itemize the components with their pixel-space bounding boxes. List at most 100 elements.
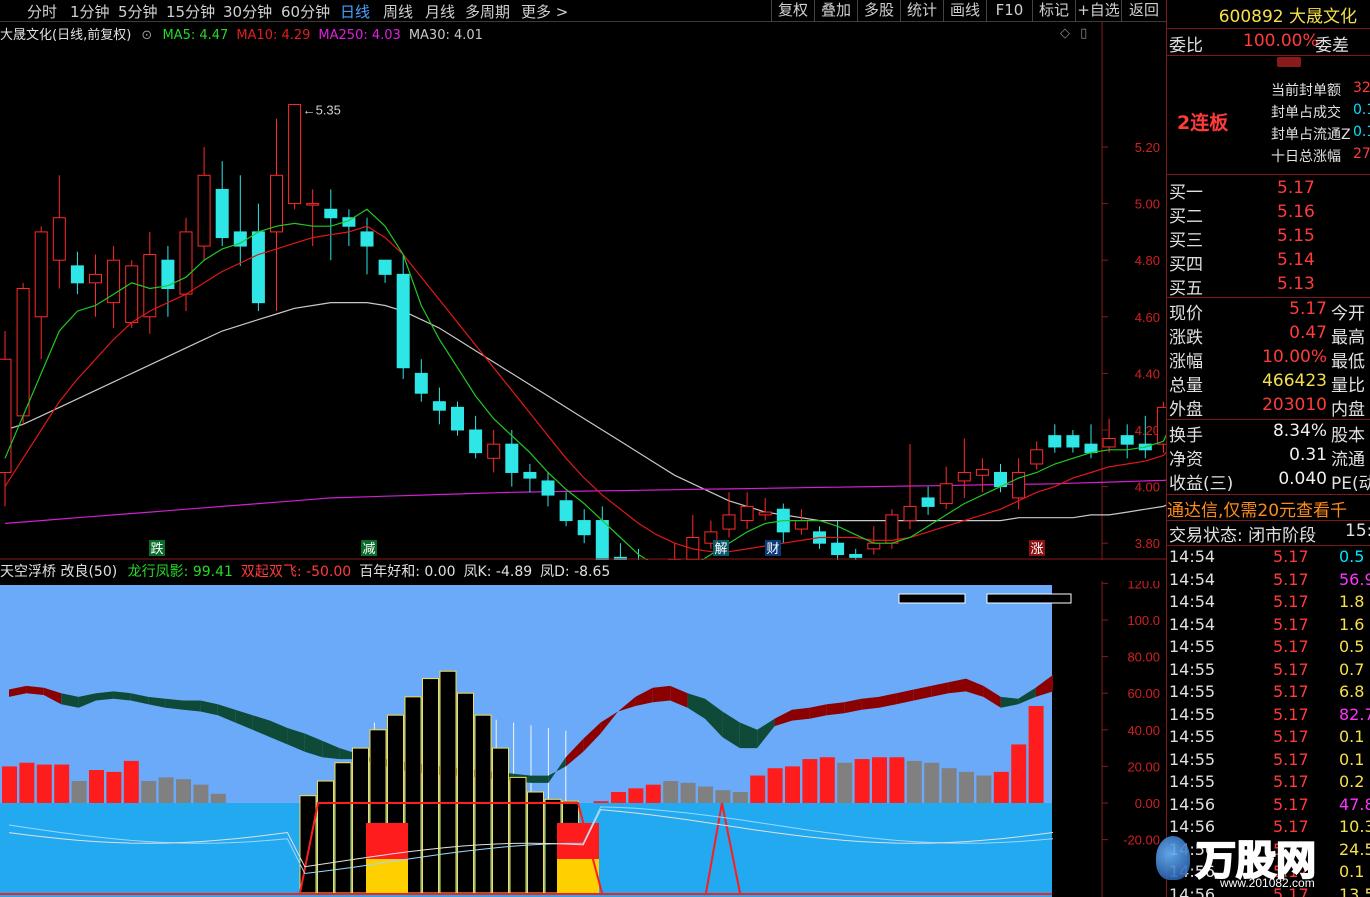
indicator-bar	[976, 775, 992, 803]
period-tab[interactable]: 30分钟	[223, 1, 272, 22]
candle	[125, 260, 139, 329]
indicator-lower-bar	[422, 678, 439, 894]
stat-row: 收益(三) 0.040PE(动)	[1167, 469, 1370, 494]
period-tab[interactable]: 分时	[27, 1, 57, 22]
indicator-bar	[906, 760, 922, 803]
candle-body	[794, 520, 808, 530]
candle-body	[179, 231, 193, 295]
toolbar-button[interactable]: 标记	[1032, 0, 1075, 22]
tick-time: 14:55	[1169, 659, 1216, 679]
candle-body	[251, 231, 265, 304]
tick-row: 14:56 5.17 24.5	[1167, 840, 1370, 862]
settings-icon[interactable]: ⊙	[141, 28, 152, 43]
bid-row: 买四 5.14	[1167, 250, 1370, 275]
indicator-chart[interactable]: 120.0 100.0 80.00 60.00 40.00 20.00 0.00 -20.00	[0, 581, 1166, 897]
seal-value: 0.1	[1353, 102, 1370, 118]
event-marker: 跌	[149, 540, 165, 557]
candle-body	[939, 483, 953, 505]
indicator-lower-bar	[509, 776, 527, 894]
toolbar-button[interactable]: F10	[986, 0, 1032, 22]
indicator-bar	[767, 768, 783, 803]
indicator-bar	[123, 760, 139, 803]
candle-body	[324, 208, 338, 219]
period-tab[interactable]: 15分钟	[166, 1, 215, 22]
y-tick-label: 60.00	[1127, 686, 1160, 701]
period-tab[interactable]: 60分钟	[281, 1, 330, 22]
period-tab[interactable]: 5分钟	[118, 1, 158, 22]
tick-volume: 0.1	[1339, 862, 1365, 881]
period-tab[interactable]: 月线	[425, 1, 455, 22]
candle-body	[559, 500, 573, 522]
divider	[1167, 419, 1370, 420]
indicator-bar	[193, 784, 209, 803]
tick-volume: 56.9	[1339, 569, 1370, 589]
period-tab[interactable]: 周线	[383, 1, 413, 22]
tick-row: 14:55 5.17 0.2	[1167, 772, 1370, 794]
tick-volume: 82.7	[1339, 704, 1370, 724]
ad-banner[interactable]: 通达信,仅需20元查看千	[1167, 496, 1370, 521]
seal-row: 封单占成交 0.1	[1167, 102, 1370, 124]
seal-value: 0.1	[1353, 124, 1370, 140]
period-tab[interactable]: 日线	[340, 1, 370, 22]
candle-body	[740, 505, 754, 522]
seal-label: 封单占成交	[1271, 105, 1341, 121]
toolbar-button[interactable]: 画线	[943, 0, 986, 22]
candle-body	[1120, 435, 1134, 445]
tick-time: 14:56	[1169, 794, 1216, 814]
indicator-bar	[785, 766, 800, 803]
indicator-block-yellow	[557, 859, 599, 893]
stat-label: 现价	[1169, 304, 1203, 324]
stat-label-2: 内盘	[1331, 400, 1365, 420]
toolbar-button[interactable]: +自选	[1075, 0, 1121, 22]
bid-label: 买四	[1169, 255, 1203, 275]
indicator-bar	[872, 757, 887, 803]
indicator-bar	[628, 788, 644, 803]
tick-volume: 10.3	[1339, 817, 1370, 836]
candle	[16, 282, 30, 425]
y-tick-label: 80.00	[1127, 650, 1160, 665]
toolbar-button[interactable]: 返回	[1121, 0, 1166, 22]
tick-price: 5.17	[1273, 592, 1309, 611]
toolbar-button[interactable]: 叠加	[814, 0, 857, 22]
seal-label: 当前封单额	[1271, 83, 1341, 99]
indicator-bar	[1011, 744, 1027, 803]
candle-body	[1102, 437, 1116, 448]
candle-body	[541, 480, 555, 496]
candlestick-chart[interactable]: 5.205.004.804.604.404.204.003.803.60←5.3…	[0, 22, 1166, 560]
y-tick-label: 100.0	[1127, 613, 1160, 628]
tick-price: 5.17	[1273, 817, 1309, 836]
bid-row: 买五 5.13	[1167, 274, 1370, 299]
toolbar-button[interactable]: 多股	[857, 0, 900, 22]
period-tab[interactable]: 1分钟	[70, 1, 110, 22]
seal-value: 32	[1353, 80, 1370, 96]
candle-body	[849, 554, 863, 558]
tick-volume: 0.1	[1339, 749, 1365, 769]
toolbar-button[interactable]: 统计	[900, 0, 943, 22]
stock-code: 600892	[1218, 7, 1289, 27]
tick-price: 5.17	[1273, 659, 1309, 679]
divider	[1167, 28, 1370, 29]
diamond-icon[interactable]: ◇	[1060, 26, 1070, 41]
stat-label-2: 最高	[1331, 328, 1365, 348]
stat-row: 净资 0.31 流通	[1167, 445, 1370, 470]
candle-body	[831, 542, 845, 556]
indicator-bar	[732, 792, 748, 803]
indicator-bar	[593, 801, 609, 803]
stat-row: 涨跌 0.47 最高	[1167, 323, 1370, 348]
y-tick-label: 5.00	[1135, 197, 1160, 212]
bid-price: 5.15	[1277, 226, 1315, 246]
stat-row: 现价 5.17 今开	[1167, 299, 1370, 324]
tick-time: 14:55	[1169, 637, 1216, 656]
chart-window-controls[interactable]: ◇ ▯	[1060, 26, 1087, 41]
tick-volume: 0.2	[1339, 772, 1365, 791]
period-tab[interactable]: 多周期	[465, 1, 510, 22]
tick-time: 14:54	[1169, 569, 1216, 589]
candle-body	[16, 288, 30, 417]
restore-icon[interactable]: ▯	[1080, 26, 1087, 41]
indicator-bar	[645, 784, 661, 803]
y-tick-label: 3.80	[1135, 536, 1160, 551]
period-tab[interactable]: 更多 >	[521, 1, 568, 22]
bid-price: 5.16	[1277, 202, 1315, 222]
toolbar-button[interactable]: 复权	[771, 0, 814, 22]
period-toolbar: 分时 1分钟 5分钟 15分钟 30分钟 60分钟 日线 周线 月线 多周期 更多 > 复权 叠加 多股统…	[0, 0, 1166, 22]
